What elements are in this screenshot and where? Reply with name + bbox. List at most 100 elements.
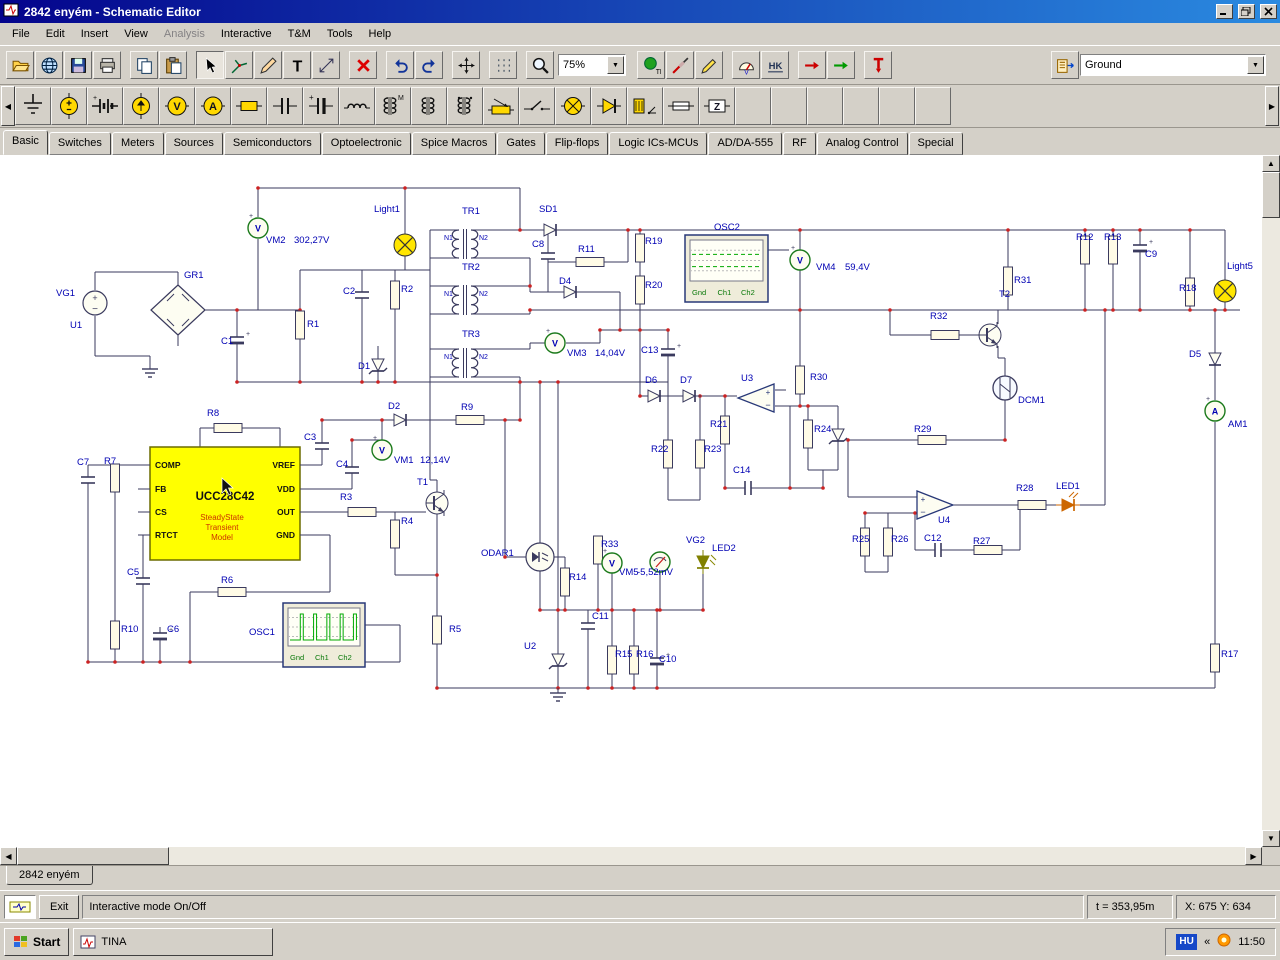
exit-button[interactable]: Exit bbox=[39, 894, 80, 919]
scroll-right-button[interactable]: ▶ bbox=[1245, 847, 1262, 865]
component-empty-button[interactable] bbox=[915, 87, 951, 125]
toolbar-grid-button[interactable] bbox=[489, 51, 517, 79]
part-osc[interactable]: Gnd Ch1 Ch2 bbox=[684, 234, 769, 303]
toolbar-wire-button[interactable] bbox=[225, 51, 253, 79]
part-lamp[interactable] bbox=[1213, 279, 1237, 303]
part-res_v[interactable] bbox=[390, 280, 400, 310]
component-battery-button[interactable]: + bbox=[87, 87, 123, 125]
component-transformer-button[interactable]: M bbox=[375, 87, 411, 125]
component-lamp-button[interactable] bbox=[555, 87, 591, 125]
part-meterV[interactable]: V+ bbox=[544, 328, 566, 354]
component-inductor-button[interactable] bbox=[339, 87, 375, 125]
part-res_h[interactable] bbox=[347, 507, 377, 517]
part-xfmr[interactable] bbox=[451, 348, 479, 378]
component-polarized-capacitor-button[interactable]: + bbox=[303, 87, 339, 125]
component-empty-button[interactable] bbox=[843, 87, 879, 125]
part-vsrc[interactable]: +− bbox=[82, 290, 108, 316]
scroll-down-button[interactable]: ▼ bbox=[1262, 830, 1280, 847]
close-button[interactable] bbox=[1260, 4, 1277, 19]
tab-flip-flops[interactable]: Flip-flops bbox=[545, 132, 609, 155]
part-res_v[interactable] bbox=[1210, 643, 1220, 673]
part-res_v[interactable] bbox=[295, 310, 305, 340]
part-res_v[interactable] bbox=[110, 463, 120, 493]
toolbar-zoom-button[interactable] bbox=[526, 51, 554, 79]
part-cap_h[interactable] bbox=[739, 481, 757, 495]
interactive-mode-icon[interactable] bbox=[4, 894, 36, 919]
toolbar-interactive-tr-button[interactable] bbox=[827, 51, 855, 79]
tab-optoelectronic[interactable]: Optoelectronic bbox=[321, 132, 411, 155]
toolbar-save-button[interactable] bbox=[64, 51, 92, 79]
part-res_v[interactable] bbox=[635, 275, 645, 305]
part-res_h[interactable] bbox=[217, 587, 247, 597]
part-res_v[interactable] bbox=[390, 519, 400, 549]
part-res_h[interactable] bbox=[575, 257, 605, 267]
maximize-button[interactable] bbox=[1237, 4, 1255, 19]
tab-switches[interactable]: Switches bbox=[48, 132, 111, 155]
ground-select[interactable]: Ground ▼ bbox=[1080, 54, 1266, 76]
part-cap_h[interactable] bbox=[929, 543, 947, 557]
part-res_h[interactable] bbox=[917, 435, 947, 445]
tab-rf[interactable]: RF bbox=[783, 132, 816, 155]
part-npn[interactable] bbox=[425, 490, 449, 516]
tab-spice-macros[interactable]: Spice Macros bbox=[411, 132, 497, 155]
component-current-source-button[interactable] bbox=[123, 87, 159, 125]
part-diode_h[interactable] bbox=[558, 285, 582, 299]
component-empty-button[interactable] bbox=[807, 87, 843, 125]
part-diode_h[interactable] bbox=[677, 389, 701, 403]
vertical-scroll-thumb[interactable] bbox=[1262, 172, 1280, 218]
tab-special[interactable]: Special bbox=[908, 132, 963, 155]
toolbar-meter-hk-button[interactable]: HK bbox=[761, 51, 789, 79]
toolbar-cursor-button[interactable] bbox=[196, 51, 224, 79]
tab-sources[interactable]: Sources bbox=[164, 132, 223, 155]
part-diode_h[interactable] bbox=[388, 413, 412, 427]
toolbar-delete-button[interactable] bbox=[349, 51, 377, 79]
tina-tray-icon[interactable] bbox=[1217, 933, 1231, 950]
zoom-select[interactable]: 75% ▼ bbox=[558, 54, 626, 76]
minimize-button[interactable] bbox=[1215, 4, 1233, 19]
part-osc[interactable]: Gnd Ch1 Ch2 bbox=[282, 602, 366, 668]
toolbar-pin-button[interactable] bbox=[864, 51, 892, 79]
part-zener_v[interactable] bbox=[368, 353, 388, 377]
toolbar-pencil-button[interactable] bbox=[695, 51, 723, 79]
toolbar-undo-button[interactable] bbox=[386, 51, 414, 79]
component-fuse-button[interactable] bbox=[663, 87, 699, 125]
part-npn[interactable] bbox=[978, 322, 1002, 348]
scroll-up-button[interactable]: ▲ bbox=[1262, 155, 1280, 172]
menu-help[interactable]: Help bbox=[361, 24, 400, 44]
toolbar-interactive-dc-button[interactable] bbox=[798, 51, 826, 79]
component-relay-button[interactable] bbox=[627, 87, 663, 125]
part-bridge[interactable] bbox=[150, 284, 206, 336]
part-diode_v[interactable] bbox=[1208, 347, 1222, 371]
toolbar-pen-button[interactable] bbox=[254, 51, 282, 79]
component-voltage-source-button[interactable] bbox=[51, 87, 87, 125]
schematic-canvas[interactable]: + − + V + Gnd Ch1 Ch2 V + V + + + − + A + COMP VREF FB VDD CS O… bbox=[0, 155, 1262, 847]
menu-interactive[interactable]: Interactive bbox=[213, 24, 280, 44]
toolbar-voltmeter-button[interactable]: V bbox=[732, 51, 760, 79]
part-opto[interactable] bbox=[525, 542, 555, 572]
component-coupled-inductor-a-button[interactable] bbox=[411, 87, 447, 125]
menu-tools[interactable]: Tools bbox=[319, 24, 361, 44]
tray-collapse-button[interactable]: « bbox=[1204, 936, 1210, 948]
toolbar-tr-mode-button[interactable]: TR bbox=[637, 51, 665, 79]
part-opamp_l[interactable]: +− bbox=[736, 383, 775, 413]
part-cap_v[interactable] bbox=[355, 286, 369, 304]
part-diode_h[interactable] bbox=[642, 389, 666, 403]
toolbar-open-button[interactable] bbox=[6, 51, 34, 79]
part-res_h[interactable] bbox=[1017, 500, 1047, 510]
document-tab[interactable]: 2842 enyém bbox=[6, 866, 93, 885]
part-res_v[interactable] bbox=[635, 233, 645, 263]
part-zener_v[interactable] bbox=[548, 648, 568, 672]
part-ecap_v[interactable]: + bbox=[661, 343, 681, 361]
horizontal-scroll-track[interactable] bbox=[169, 847, 1245, 865]
component-resistor-button[interactable] bbox=[231, 87, 267, 125]
component-scroll-left-button[interactable]: ◀ bbox=[1, 86, 15, 126]
toolbar-probe-button[interactable] bbox=[666, 51, 694, 79]
component-ammeter-button[interactable]: A bbox=[195, 87, 231, 125]
vertical-scrollbar[interactable]: ▲ ▼ bbox=[1262, 155, 1280, 847]
part-cap_v[interactable] bbox=[81, 471, 95, 489]
part-res_h[interactable] bbox=[213, 423, 243, 433]
part-chip[interactable]: COMP VREF FB VDD CS OUT RTCT GND UCC28C42 SteadyS… bbox=[138, 446, 312, 561]
part-cap_v[interactable] bbox=[315, 437, 329, 455]
part-motor[interactable] bbox=[992, 375, 1018, 401]
toolbar-redo-button[interactable] bbox=[415, 51, 443, 79]
